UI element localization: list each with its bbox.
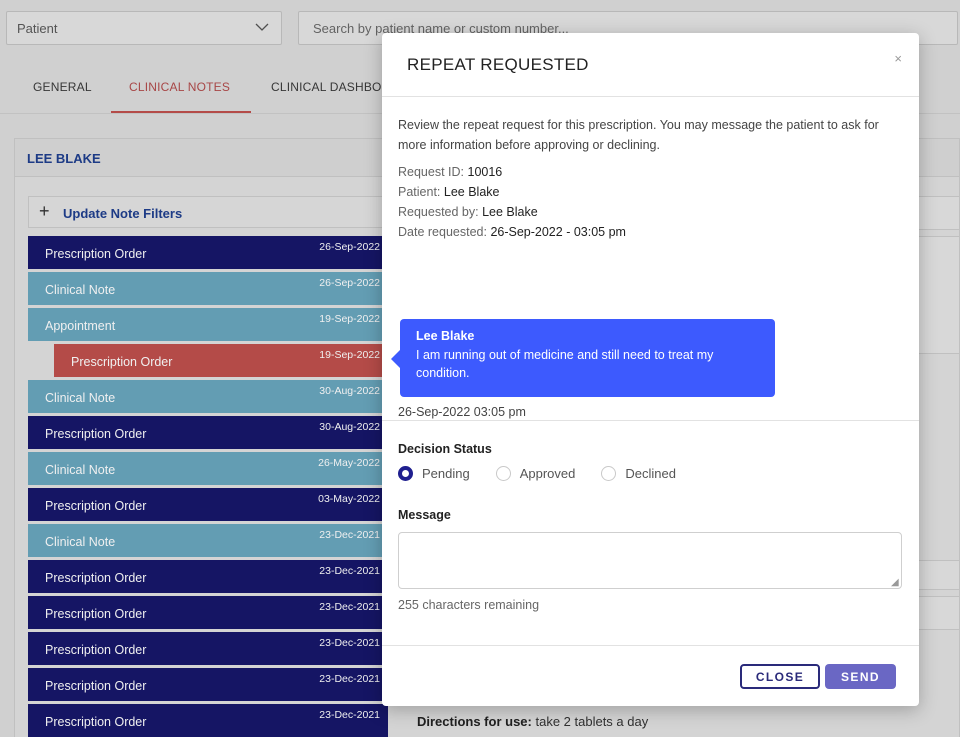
request-id-label: Request ID:	[398, 165, 465, 179]
date-requested: Date requested: 26-Sep-2022 - 03:05 pm	[398, 225, 798, 239]
patient-value: Lee Blake	[443, 185, 500, 199]
radio-declined-dot[interactable]	[601, 466, 617, 481]
date-requested-label: Date requested:	[398, 225, 487, 239]
patient-label: Patient:	[398, 185, 441, 199]
close-button[interactable]: CLOSE	[740, 664, 820, 689]
repeat-request-modal: REPEAT REQUESTED × Review the repeat req…	[382, 33, 919, 706]
radio-approved-dot[interactable]	[495, 466, 511, 481]
radio-approved-label: Approved	[519, 466, 576, 481]
message-label: Message	[398, 508, 451, 522]
radio-declined-label: Declined	[625, 466, 676, 481]
send-button[interactable]: SEND	[825, 664, 896, 689]
modal-title: REPEAT REQUESTED	[407, 55, 589, 74]
requested-by-value: Lee Blake	[482, 205, 538, 219]
radio-pending-label: Pending	[422, 466, 470, 481]
message-timestamp: 26-Sep-2022 03:05 pm	[398, 405, 526, 419]
requested-by-label: Requested by:	[398, 205, 479, 219]
radio-approved[interactable]: Approved	[495, 466, 576, 481]
decision-form: Decision Status Pending Approved Decline…	[382, 422, 919, 646]
message-textarea[interactable]	[398, 532, 902, 589]
radio-pending-dot[interactable]	[398, 466, 413, 481]
patient-message-bubble: Lee Blake I am running out of medicine a…	[391, 319, 775, 397]
characters-remaining: 255 characters remaining	[398, 598, 540, 612]
resize-handle-icon[interactable]: ◢	[891, 577, 899, 588]
decision-status-label: Decision Status	[398, 442, 492, 456]
date-requested-value: 26-Sep-2022 - 03:05 pm	[490, 225, 626, 239]
modal-header: REPEAT REQUESTED ×	[382, 33, 919, 97]
close-icon[interactable]: ×	[894, 51, 902, 66]
modal-intro: Review the repeat request for this presc…	[398, 118, 879, 152]
radio-pending[interactable]: Pending	[398, 466, 470, 481]
message-text: I am running out of medicine and still n…	[416, 348, 714, 380]
radio-declined[interactable]: Declined	[601, 466, 676, 481]
modal-footer: CLOSE SEND	[382, 646, 919, 706]
requested-by: Requested by: Lee Blake	[398, 205, 798, 219]
request-id: Request ID: 10016	[398, 165, 798, 179]
modal-body: Review the repeat request for this presc…	[382, 97, 919, 421]
message-sender: Lee Blake	[416, 329, 475, 343]
decision-status-group: Pending Approved Declined	[398, 466, 702, 481]
patient-info: Patient: Lee Blake	[398, 185, 798, 199]
request-id-value: 10016	[467, 165, 503, 179]
